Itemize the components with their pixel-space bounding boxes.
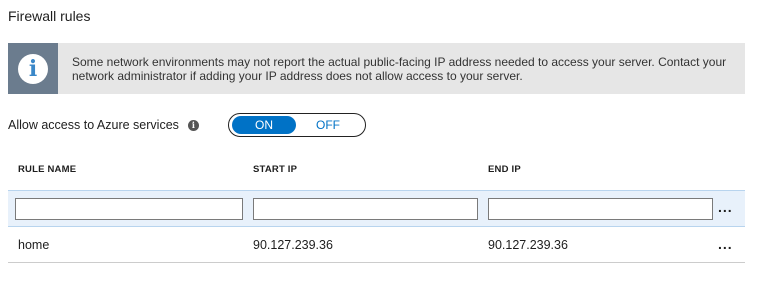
help-info-icon[interactable]: i	[187, 119, 199, 131]
row-more-icon[interactable]: ...	[718, 236, 733, 252]
cell-start-ip: 90.127.239.36	[253, 238, 333, 252]
section-title: Firewall rules	[8, 8, 91, 24]
cell-rule-name: home	[18, 238, 50, 252]
info-icon: i	[18, 53, 48, 84]
toggle-off-option[interactable]: OFF	[296, 116, 360, 134]
column-header-end-ip: END IP	[488, 164, 521, 175]
rule-name-input[interactable]	[15, 198, 243, 220]
start-ip-input[interactable]	[253, 198, 478, 220]
azure-access-label: Allow access to Azure services	[8, 118, 179, 132]
column-header-start-ip: START IP	[253, 164, 298, 175]
column-header-rule-name: RULE NAME	[18, 164, 77, 175]
toggle-on-option[interactable]: ON	[232, 116, 296, 134]
info-icon-box: i	[8, 43, 58, 94]
end-ip-input[interactable]	[488, 198, 713, 220]
new-row-more-icon[interactable]: ...	[718, 199, 733, 215]
azure-access-row: Allow access to Azure services i	[8, 113, 199, 137]
azure-access-toggle[interactable]: ON OFF	[228, 113, 366, 137]
info-banner: i Some network environments may not repo…	[8, 43, 745, 94]
new-rule-row: ...	[8, 190, 745, 227]
table-row: home 90.127.239.36 90.127.239.36 ...	[8, 227, 745, 263]
info-banner-text: Some network environments may not report…	[72, 54, 727, 83]
cell-end-ip: 90.127.239.36	[488, 238, 568, 252]
